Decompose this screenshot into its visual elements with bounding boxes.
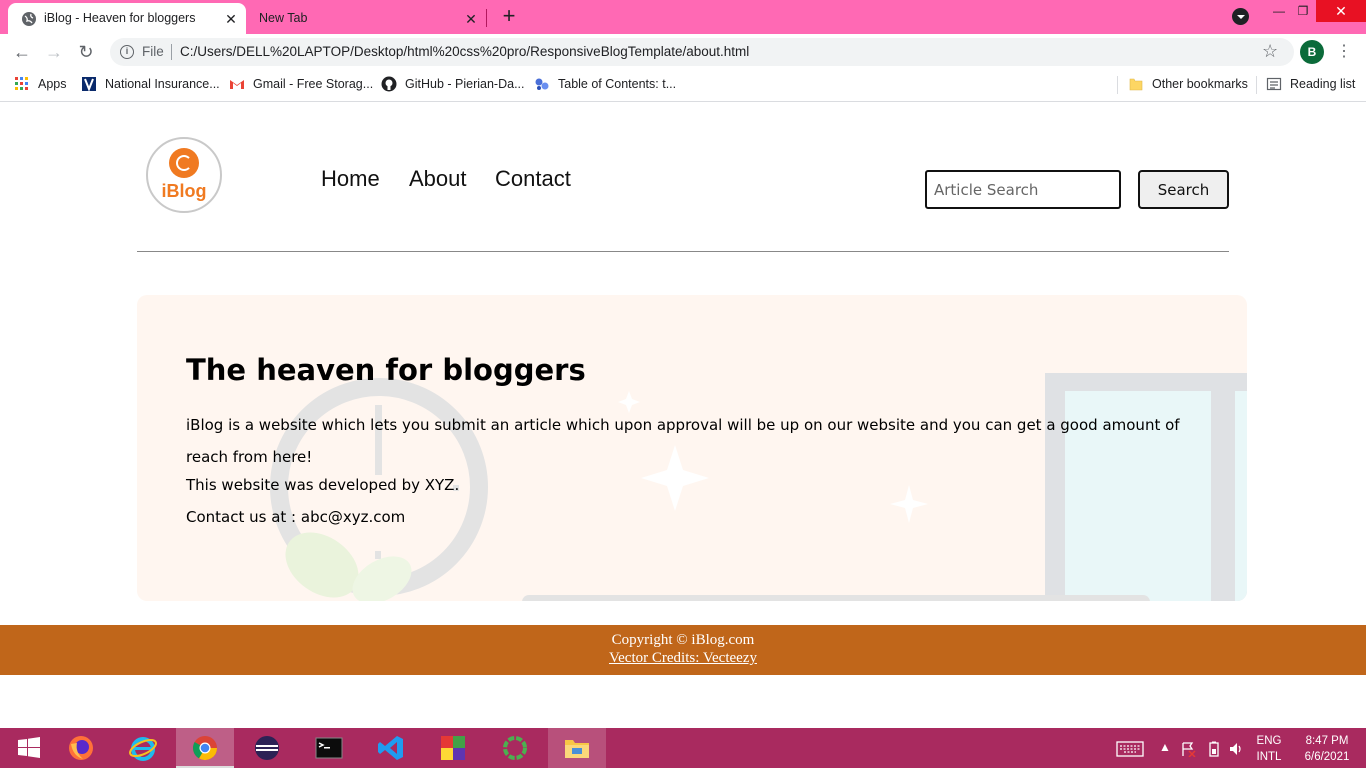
touch-keyboard-icon[interactable] bbox=[1116, 741, 1144, 757]
bookmark-label: Table of Contents: t... bbox=[558, 77, 677, 91]
action-center-flag-icon[interactable] bbox=[1180, 741, 1196, 757]
browser-tab-strip: iBlog - Heaven for bloggers ✕ New Tab ✕ … bbox=[0, 0, 1366, 34]
hero-title: The heaven for bloggers bbox=[186, 353, 586, 387]
bookmark-label: Reading list bbox=[1290, 77, 1356, 91]
back-arrow-icon[interactable]: ← bbox=[10, 40, 34, 64]
insurance-icon bbox=[82, 77, 96, 92]
taskbar-internet-explorer[interactable] bbox=[114, 728, 172, 768]
bookmarks-separator bbox=[1256, 76, 1257, 94]
bookmark-label: National Insurance... bbox=[105, 77, 220, 91]
about-hero-card: The heaven for bloggers iBlog is a websi… bbox=[137, 295, 1247, 601]
start-icon bbox=[18, 737, 40, 758]
taskbar-file-explorer[interactable] bbox=[548, 728, 606, 768]
search-button[interactable]: Search bbox=[1138, 170, 1229, 209]
taskbar-winrar[interactable] bbox=[424, 728, 482, 768]
clock-date: 6/6/2021 bbox=[1304, 751, 1350, 763]
cortana-ring-icon bbox=[503, 736, 527, 760]
logo-mark-icon bbox=[169, 148, 199, 178]
taskbar-firefox[interactable] bbox=[52, 728, 110, 768]
tab-close-icon[interactable]: ✕ bbox=[222, 10, 240, 28]
nav-link-contact[interactable]: Contact bbox=[495, 166, 571, 192]
omnibox-separator bbox=[171, 44, 172, 60]
bookmark-label: Apps bbox=[38, 77, 67, 91]
tab-iblog[interactable]: iBlog - Heaven for bloggers ✕ bbox=[8, 3, 246, 34]
reading-list[interactable]: Reading list bbox=[1266, 76, 1355, 96]
vscode-icon bbox=[378, 736, 403, 760]
bookmark-apps[interactable]: Apps bbox=[14, 76, 67, 96]
volume-icon[interactable] bbox=[1228, 741, 1244, 757]
taskbar-ring-app[interactable] bbox=[486, 728, 544, 768]
globe-icon bbox=[22, 12, 36, 26]
info-icon[interactable]: i bbox=[120, 45, 134, 59]
bookmarks-bar: Apps National Insurance... Gmail - Free … bbox=[0, 70, 1366, 102]
tab-separator bbox=[486, 9, 487, 27]
new-tab-button[interactable]: + bbox=[498, 5, 520, 27]
bookmark-national-insurance[interactable]: National Insurance... bbox=[81, 76, 220, 96]
internet-explorer-icon bbox=[129, 737, 157, 761]
battery-icon[interactable] bbox=[1208, 741, 1220, 757]
file-explorer-icon bbox=[565, 740, 589, 758]
system-clock[interactable]: 8:47 PM 6/6/2021 bbox=[1294, 733, 1360, 765]
chrome-icon bbox=[192, 736, 217, 761]
address-bar[interactable]: i File C:/Users/DELL%20LAPTOP/Desktop/ht… bbox=[110, 38, 1294, 66]
forward-arrow-icon[interactable]: → bbox=[42, 40, 66, 64]
logo-text: iBlog bbox=[161, 181, 207, 201]
bookmarks-separator bbox=[1117, 76, 1118, 94]
bookmark-label: GitHub - Pierian-Da... bbox=[405, 77, 525, 91]
footer-credits-link[interactable]: Vector Credits: Vecteezy bbox=[0, 650, 1366, 667]
start-button[interactable] bbox=[0, 728, 58, 768]
tab-title: iBlog - Heaven for bloggers bbox=[44, 11, 196, 25]
gmail-icon bbox=[230, 80, 244, 89]
keyboard-layout: INTL bbox=[1256, 751, 1282, 763]
browser-toolbar: ← → ↻ i File C:/Users/DELL%20LAPTOP/Desk… bbox=[0, 34, 1366, 70]
site-footer: Copyright © iBlog.com Vector Credits: Ve… bbox=[0, 625, 1366, 675]
bookmark-star-icon[interactable]: ☆ bbox=[1262, 41, 1278, 62]
bookmark-label: Other bookmarks bbox=[1152, 77, 1248, 91]
taskbar-chrome[interactable] bbox=[176, 728, 234, 768]
bookmark-table-of-contents[interactable]: Table of Contents: t... bbox=[534, 76, 676, 96]
firefox-icon bbox=[69, 736, 93, 760]
eclipse-icon bbox=[255, 736, 279, 760]
bookmark-github[interactable]: GitHub - Pierian-Da... bbox=[381, 76, 524, 96]
maximize-button[interactable]: ❐ bbox=[1288, 0, 1318, 22]
winrar-icon bbox=[441, 736, 465, 760]
tab-title: New Tab bbox=[259, 11, 308, 25]
taskbar-terminal[interactable] bbox=[300, 728, 358, 768]
tab-close-icon[interactable]: ✕ bbox=[462, 10, 480, 28]
bookmark-gmail[interactable]: Gmail - Free Storag... bbox=[229, 76, 373, 96]
toc-icon bbox=[535, 78, 549, 90]
footer-copyright: Copyright © iBlog.com bbox=[611, 632, 755, 648]
page-viewport: iBlog Home About Contact Search bbox=[0, 103, 1366, 728]
apps-grid-icon bbox=[15, 77, 28, 90]
hero-description: iBlog is a website which lets you submit… bbox=[186, 416, 1180, 466]
folder-icon bbox=[1129, 78, 1143, 91]
nav-link-home[interactable]: Home bbox=[321, 166, 380, 192]
taskbar-vscode[interactable] bbox=[362, 728, 420, 768]
window-close-button[interactable]: ✕ bbox=[1316, 0, 1366, 22]
nav-link-about[interactable]: About bbox=[409, 166, 467, 192]
bookmark-label: Gmail - Free Storag... bbox=[253, 77, 374, 91]
reading-list-icon bbox=[1266, 77, 1282, 91]
profile-avatar[interactable]: B bbox=[1300, 40, 1324, 64]
article-search-input[interactable] bbox=[925, 170, 1121, 209]
scheme-label: File bbox=[142, 44, 164, 59]
hero-developer-line: This website was developed by XYZ. bbox=[186, 476, 460, 494]
input-language-indicator[interactable]: ENG INTL bbox=[1252, 733, 1286, 765]
reload-icon[interactable]: ↻ bbox=[74, 40, 98, 64]
clock-time: 8:47 PM bbox=[1305, 735, 1349, 747]
github-icon bbox=[381, 76, 397, 92]
url-text[interactable]: C:/Users/DELL%20LAPTOP/Desktop/html%20cs… bbox=[180, 44, 749, 59]
site-logo[interactable]: iBlog bbox=[146, 137, 222, 213]
browser-menu-icon[interactable]: ⋮ bbox=[1336, 40, 1352, 64]
header-divider bbox=[137, 251, 1229, 252]
tab-new-tab[interactable]: New Tab ✕ bbox=[250, 3, 486, 34]
other-bookmarks-folder[interactable]: Other bookmarks bbox=[1128, 76, 1248, 96]
tab-search-icon[interactable] bbox=[1232, 8, 1249, 25]
taskbar-eclipse[interactable] bbox=[238, 728, 296, 768]
windows-taskbar: ▲ ENG INTL 8:47 PM 6/6/2021 bbox=[0, 728, 1366, 768]
terminal-icon bbox=[315, 737, 343, 759]
language-code: ENG bbox=[1256, 735, 1282, 747]
hero-contact-line: Contact us at : abc@xyz.com bbox=[186, 508, 406, 526]
show-hidden-icons-icon[interactable]: ▲ bbox=[1159, 740, 1171, 754]
